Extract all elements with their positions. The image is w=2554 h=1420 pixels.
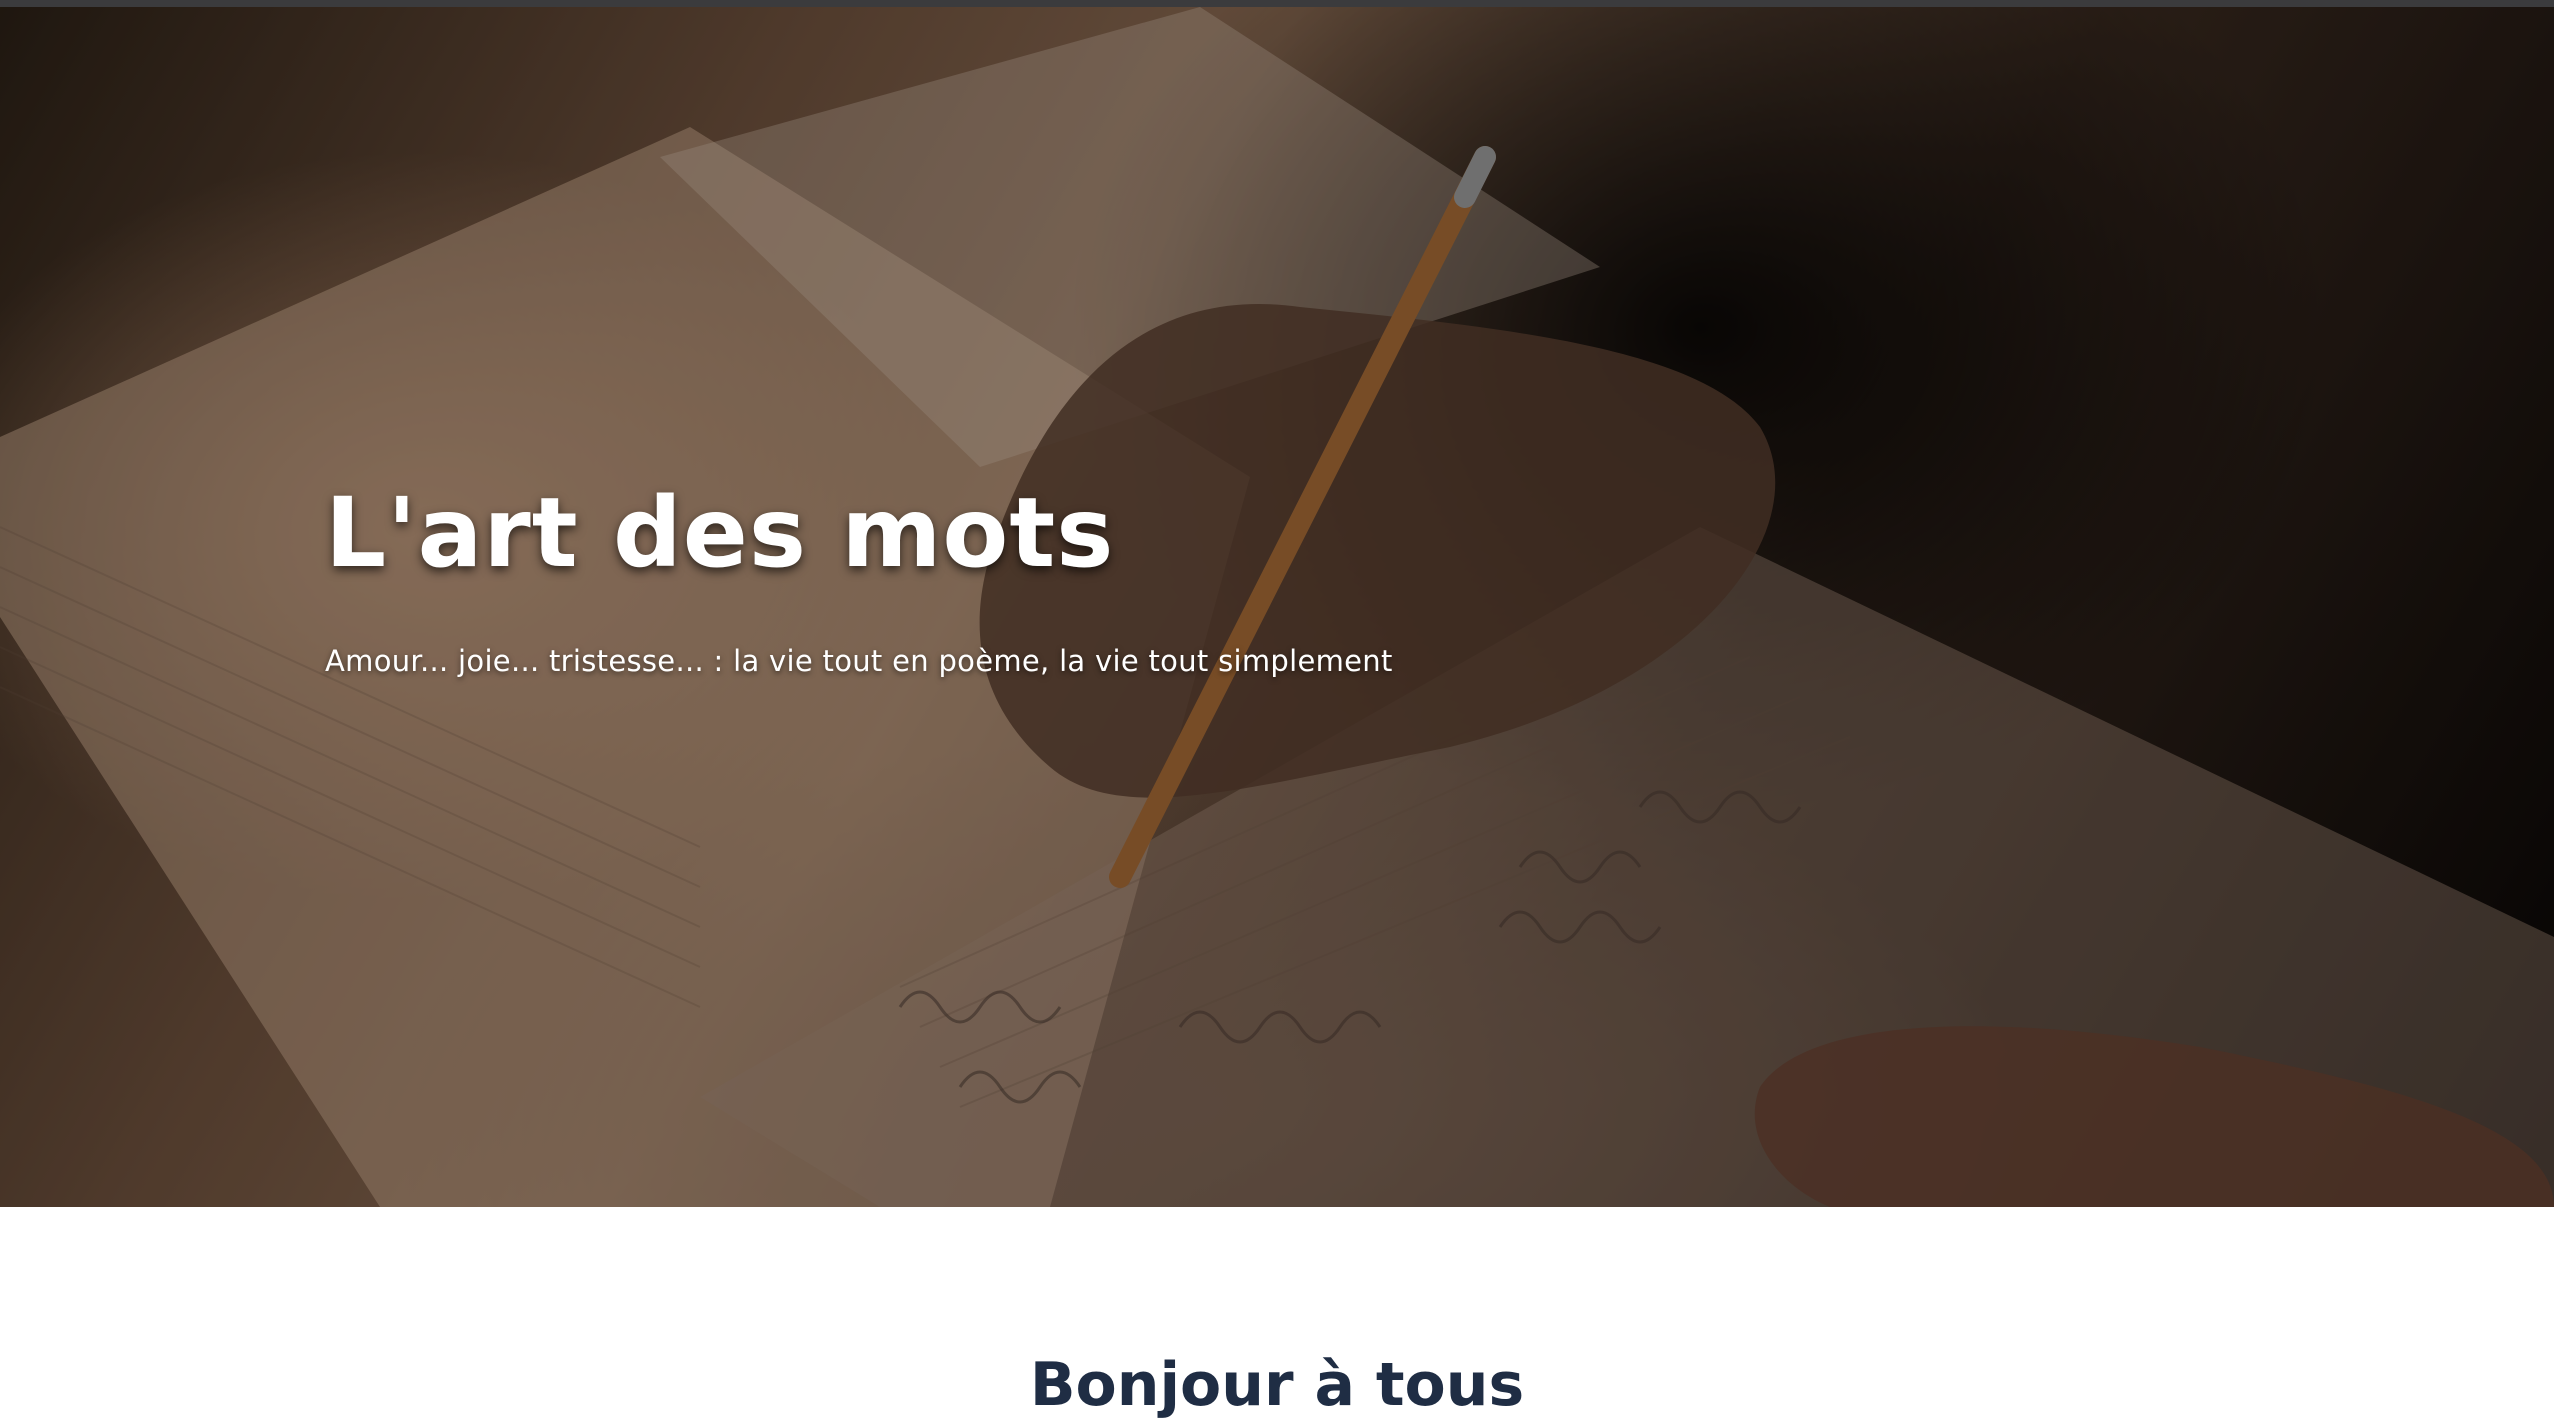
site-title: L'art des mots [325,477,1115,589]
top-bar [0,0,2554,7]
section-heading: Bonjour à tous [1029,1350,1525,1420]
hero-overlay [0,7,2554,1207]
site-tagline: Amour... joie... tristesse... : la vie t… [325,644,1393,678]
hero-banner: L'art des mots Amour... joie... tristess… [0,7,2554,1207]
